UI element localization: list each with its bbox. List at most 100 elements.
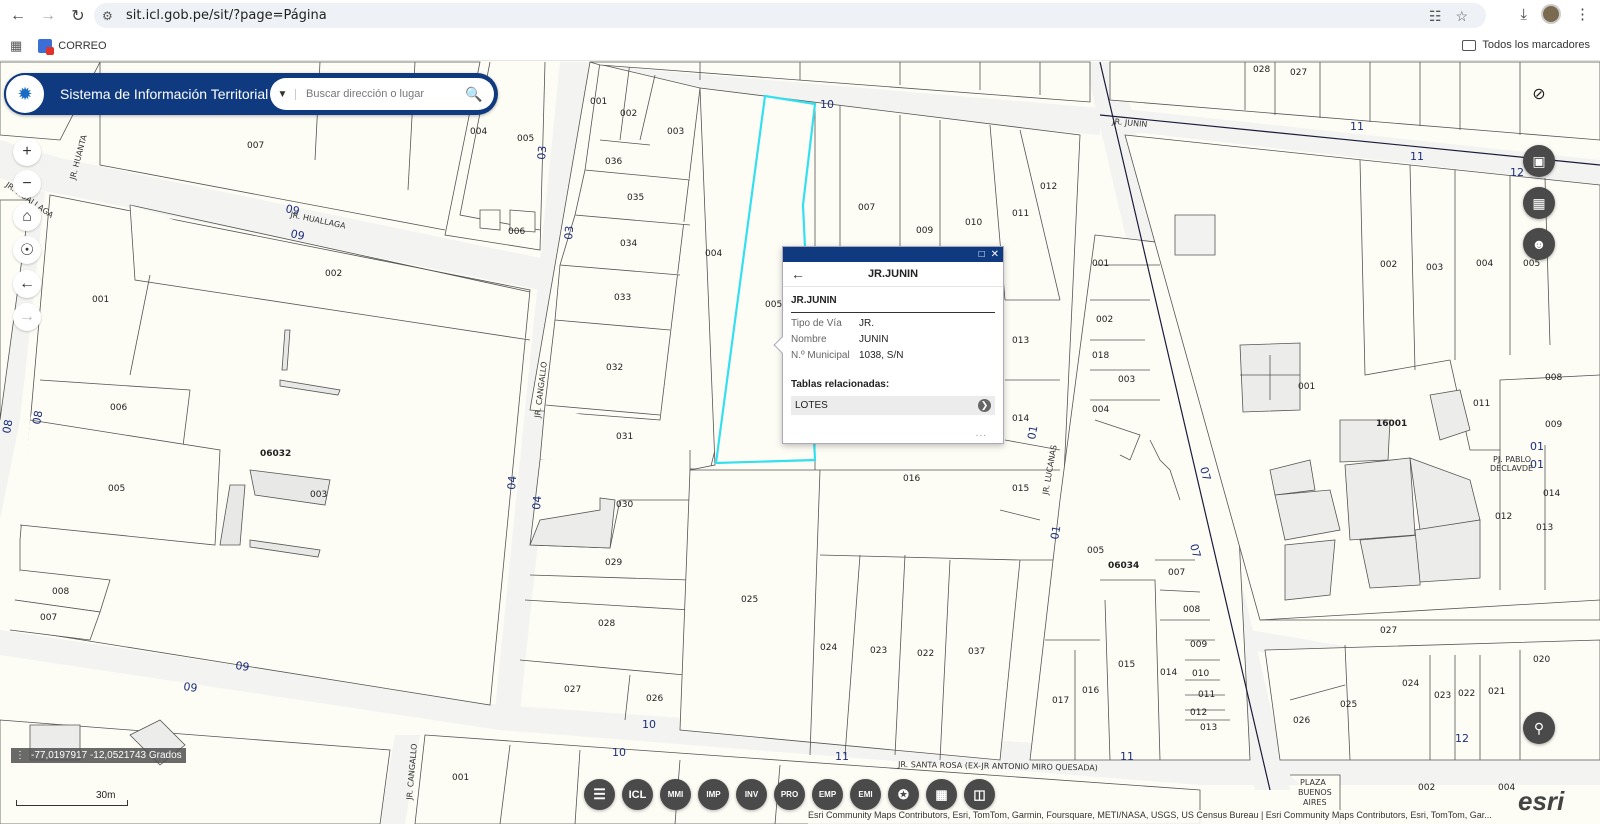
bookmark-star-icon[interactable]: ☆ <box>1455 8 1468 25</box>
svg-text:004: 004 <box>470 127 487 137</box>
toolbar-mmi[interactable]: MMI <box>660 779 691 810</box>
svg-text:04: 04 <box>530 495 544 510</box>
hide-icon[interactable]: ⊘ <box>1523 78 1555 110</box>
toolbar-inv[interactable]: INV <box>736 779 767 810</box>
download-icon[interactable]: ⤓ <box>1520 6 1527 23</box>
more-options[interactable]: ... <box>976 428 987 439</box>
svg-text:003: 003 <box>1426 263 1443 273</box>
svg-text:022: 022 <box>1458 689 1475 699</box>
svg-text:008: 008 <box>1183 605 1200 615</box>
popup-titlebar: □ ✕ <box>783 247 1003 262</box>
building-icon[interactable]: ▦ <box>926 779 957 810</box>
back-arrow-icon[interactable]: ← <box>783 266 813 282</box>
map-attribution[interactable]: Esri Community Maps Contributors, Esri, … <box>808 810 1518 824</box>
svg-text:017: 017 <box>1052 696 1069 706</box>
svg-text:11: 11 <box>835 750 849 763</box>
logo[interactable]: ✹ <box>4 73 46 115</box>
svg-text:020: 020 <box>1533 655 1550 665</box>
svg-text:04: 04 <box>505 475 519 490</box>
home-icon[interactable]: ⌂ <box>13 203 41 231</box>
user-icon[interactable]: ☻ <box>1523 228 1555 260</box>
list-icon[interactable]: ☰ <box>584 779 615 810</box>
svg-text:023: 023 <box>1434 691 1451 701</box>
svg-text:01: 01 <box>1048 524 1063 540</box>
folder-icon <box>1462 39 1477 51</box>
feature-popup: □ ✕ ← JR.JUNIN JR.JUNIN Tipo de Vía JR. … <box>773 246 1004 444</box>
related-lotes-item[interactable]: LOTES ❯ <box>791 396 995 415</box>
avatar[interactable] <box>1541 4 1561 24</box>
svg-text:01: 01 <box>1530 440 1544 453</box>
address-bar[interactable]: ⚙ sit.icl.gob.pe/sit/?page=Página ☷ ☆ <box>94 3 1486 28</box>
scale-text: 30m <box>96 790 116 801</box>
svg-text:031: 031 <box>616 432 633 442</box>
search-icon[interactable]: 🔍 <box>460 80 488 108</box>
reload-icon[interactable]: ↻ <box>66 4 90 28</box>
coordinates-readout: ⋮ -77,0197917 -12,0521743 Grados <box>11 748 186 763</box>
svg-text:10: 10 <box>612 746 626 759</box>
svg-text:BUENOS: BUENOS <box>1298 788 1332 797</box>
locate-icon[interactable]: ☉ <box>13 236 41 264</box>
svg-text:001: 001 <box>92 295 109 305</box>
svg-text:011: 011 <box>1473 399 1490 409</box>
site-info-icon[interactable]: ⚙ <box>102 9 122 23</box>
svg-text:006: 006 <box>110 403 127 413</box>
toolbar-imp[interactable]: IMP <box>698 779 729 810</box>
layers-icon[interactable]: ▣ <box>1523 145 1555 177</box>
attribute-row: Nombre JUNIN <box>791 334 995 345</box>
bookmark-label: CORREO <box>58 39 107 52</box>
toolbar-emi[interactable]: EMI <box>850 779 881 810</box>
attribute-value: JR. <box>859 318 874 329</box>
svg-text:023: 023 <box>870 646 887 656</box>
forward-icon[interactable]: → <box>36 4 60 28</box>
svg-text:08: 08 <box>30 409 45 425</box>
svg-text:002: 002 <box>1418 783 1435 793</box>
app-title: Sistema de Información Territorial <box>60 86 269 102</box>
previous-extent-icon[interactable]: ← <box>13 270 41 298</box>
svg-text:008: 008 <box>52 587 69 597</box>
compare-icon[interactable]: ◫ <box>964 779 995 810</box>
attribute-key: Nombre <box>791 334 827 345</box>
svg-text:016: 016 <box>1082 686 1099 696</box>
svg-text:016: 016 <box>903 474 920 484</box>
related-item-label: LOTES <box>795 400 828 411</box>
svg-text:029: 029 <box>605 558 622 568</box>
svg-text:007: 007 <box>40 613 57 623</box>
apps-icon[interactable]: ▦ <box>10 38 22 54</box>
mail-icon <box>38 38 55 55</box>
close-icon[interactable]: ✕ <box>991 249 999 260</box>
svg-text:003: 003 <box>667 127 684 137</box>
all-bookmarks-label: Todos los marcadores <box>1482 39 1590 51</box>
svg-text:06034: 06034 <box>1108 561 1139 571</box>
menu-icon[interactable]: ⋮ <box>1575 5 1590 23</box>
maximize-icon[interactable]: □ <box>979 249 985 260</box>
zoom-out-button[interactable]: − <box>13 170 41 198</box>
translate-icon[interactable]: ☷ <box>1429 8 1442 25</box>
bookmark-correo[interactable]: CORREO <box>38 38 107 55</box>
svg-text:001: 001 <box>1092 259 1109 269</box>
svg-text:01: 01 <box>1025 424 1040 440</box>
attribute-value: JUNIN <box>859 334 889 345</box>
next-extent-icon[interactable]: → <box>13 303 41 331</box>
svg-text:037: 037 <box>968 647 985 657</box>
toolbar-emp[interactable]: EMP <box>812 779 843 810</box>
svg-text:11: 11 <box>1120 750 1134 763</box>
street-view-icon[interactable]: ⚲ <box>1523 712 1555 744</box>
coordinate-menu-icon[interactable]: ⋮ <box>15 750 25 761</box>
svg-text:08: 08 <box>0 418 15 434</box>
attribute-row: N.º Municipal 1038, S/N <box>791 350 995 361</box>
grid-icon[interactable]: ▦ <box>1523 187 1555 219</box>
svg-text:09: 09 <box>235 659 251 674</box>
toolbar-pro[interactable]: PRO <box>774 779 805 810</box>
search-input[interactable] <box>306 88 460 100</box>
svg-text:024: 024 <box>820 643 837 653</box>
zoom-in-button[interactable]: + <box>13 138 41 166</box>
svg-text:005: 005 <box>517 134 534 144</box>
seal-icon[interactable]: ✪ <box>888 779 919 810</box>
esri-logo: esri <box>1518 786 1565 816</box>
back-icon[interactable]: ← <box>6 4 30 28</box>
popup-title: JR.JUNIN <box>867 268 919 280</box>
all-bookmarks[interactable]: Todos los marcadores <box>1462 39 1590 51</box>
toolbar-icl[interactable]: ICL <box>622 779 653 810</box>
search-source-dropdown[interactable]: ▼ <box>270 88 296 100</box>
svg-text:030: 030 <box>616 500 633 510</box>
